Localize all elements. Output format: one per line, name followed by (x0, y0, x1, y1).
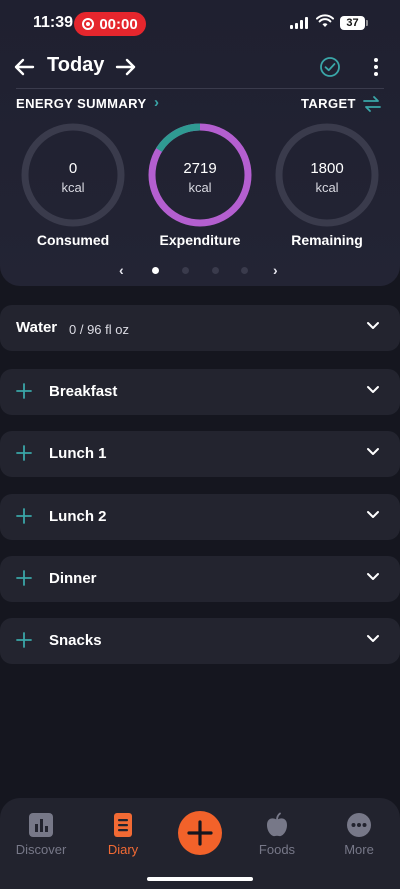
ring-unit: kcal (61, 180, 85, 195)
wifi-icon (316, 14, 334, 27)
chevron-down-icon[interactable] (366, 321, 380, 331)
meal-label: Breakfast (49, 383, 118, 400)
add-entry-button[interactable] (178, 811, 222, 855)
tab-diary[interactable]: Diary (83, 808, 163, 860)
back-day-button[interactable] (11, 54, 37, 80)
water-card[interactable]: Water 0 / 96 fl oz (0, 305, 400, 351)
expenditure-ring[interactable]: 2719 kcal Expenditure (145, 120, 255, 250)
energy-summary-title[interactable]: ENERGY SUMMARY (16, 96, 147, 111)
plus-icon[interactable] (16, 570, 32, 586)
consumed-ring[interactable]: 0 kcal Consumed (18, 120, 128, 250)
check-circle-icon (320, 57, 340, 77)
home-indicator[interactable] (147, 877, 253, 881)
tab-label: Discover (15, 842, 67, 857)
meal-card-lunch-1[interactable]: Lunch 1 (0, 431, 400, 477)
plus-icon[interactable] (16, 445, 32, 461)
plus-icon[interactable] (16, 383, 32, 399)
chevron-down-icon[interactable] (366, 510, 380, 520)
plus-icon[interactable] (16, 632, 32, 648)
bar-chart-icon (29, 813, 53, 837)
tab-label: Foods (258, 842, 296, 857)
more-horizontal-icon (347, 813, 371, 837)
chevron-down-icon[interactable] (366, 385, 380, 395)
header-divider (16, 88, 384, 89)
ring-unit: kcal (315, 180, 339, 195)
pager-prev-button[interactable]: ‹ (119, 262, 124, 278)
plus-icon[interactable] (16, 508, 32, 524)
meal-label: Lunch 1 (49, 445, 107, 462)
ring-value: 0 (68, 160, 78, 177)
tab-discover[interactable]: Discover (1, 808, 81, 860)
meal-label: Dinner (49, 570, 97, 587)
battery-indicator: 37 (340, 16, 368, 30)
apple-icon (267, 812, 287, 837)
record-icon (82, 18, 95, 30)
bottom-navigation: Discover Diary Foods More (0, 798, 400, 889)
status-bar: 11:39 00:00 37 (0, 0, 400, 48)
ring-label: Remaining (291, 232, 363, 248)
meal-card-lunch-2[interactable]: Lunch 2 (0, 494, 400, 540)
target-label[interactable]: TARGET (301, 96, 356, 111)
ring-label: Expenditure (159, 232, 241, 248)
screen-recording-indicator[interactable]: 00:00 (74, 12, 146, 36)
pager-dot[interactable] (182, 267, 189, 274)
ring-label: Consumed (36, 232, 110, 248)
cellular-signal-icon (290, 17, 308, 29)
arrow-left-icon (14, 58, 35, 76)
complete-day-button[interactable] (317, 54, 343, 80)
status-time: 11:39 (33, 14, 74, 31)
pager-next-button[interactable]: › (273, 262, 278, 278)
chevron-right-icon[interactable]: › (154, 94, 159, 111)
water-label: Water (16, 319, 58, 336)
diary-header: Today (0, 48, 400, 88)
meal-label: Lunch 2 (49, 508, 107, 525)
next-day-button[interactable] (113, 54, 139, 80)
ring-value: 1800 (310, 160, 344, 177)
ring-value: 2719 (183, 160, 217, 177)
page-title[interactable]: Today (47, 54, 104, 77)
summary-pager: ‹ › (0, 262, 400, 278)
more-vertical-icon (374, 58, 378, 76)
chevron-down-icon[interactable] (366, 572, 380, 582)
water-value: 0 / 96 fl oz (69, 322, 129, 337)
diary-icon (114, 813, 132, 837)
tab-more[interactable]: More (319, 808, 399, 860)
tab-label: Diary (107, 842, 139, 857)
pager-dot[interactable] (152, 267, 159, 274)
swap-icon[interactable] (362, 95, 382, 113)
energy-rings[interactable]: 0 kcal Consumed 2719 kcal Expenditure 18… (0, 120, 400, 250)
meal-card-breakfast[interactable]: Breakfast (0, 369, 400, 415)
meal-card-snacks[interactable]: Snacks (0, 618, 400, 664)
chevron-down-icon[interactable] (366, 634, 380, 644)
meal-label: Snacks (49, 632, 102, 649)
remaining-ring[interactable]: 1800 kcal Remaining (272, 120, 382, 250)
pager-dot[interactable] (212, 267, 219, 274)
pager-dot[interactable] (241, 267, 248, 274)
tab-foods[interactable]: Foods (237, 808, 317, 860)
plus-icon (187, 820, 213, 846)
recording-time: 00:00 (99, 15, 138, 33)
chevron-down-icon[interactable] (366, 447, 380, 457)
ring-unit: kcal (188, 180, 212, 195)
arrow-right-icon (115, 58, 136, 76)
overflow-menu-button[interactable] (363, 54, 389, 80)
tab-label: More (344, 842, 374, 857)
meal-card-dinner[interactable]: Dinner (0, 556, 400, 602)
energy-summary-row: ENERGY SUMMARY › TARGET (0, 94, 400, 114)
